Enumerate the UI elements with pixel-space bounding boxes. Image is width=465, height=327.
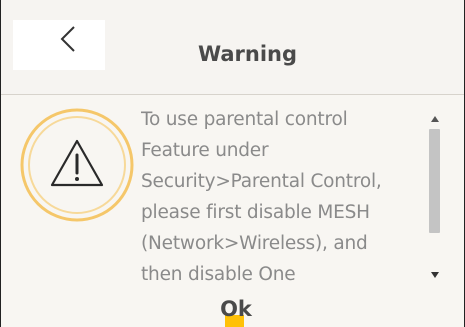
message-line: Feature under bbox=[141, 140, 269, 161]
dialog-header: Warning bbox=[1, 0, 464, 94]
message-line: Security>Parental Control, bbox=[141, 171, 382, 192]
message-line: To use parental control bbox=[141, 109, 348, 130]
warning-dialog: Warning To use parental control Feature … bbox=[0, 0, 465, 327]
triangle-up-icon bbox=[431, 116, 439, 122]
ok-button[interactable]: Ok bbox=[206, 294, 266, 327]
header-divider bbox=[1, 94, 464, 95]
scroll-down-arrow[interactable] bbox=[425, 268, 445, 282]
scroll-thumb[interactable] bbox=[429, 129, 440, 233]
message-scroll-area[interactable]: To use parental control Feature under Se… bbox=[141, 104, 423, 286]
scroll-up-arrow[interactable] bbox=[425, 112, 445, 126]
ok-label: Ok bbox=[220, 297, 252, 321]
vertical-scrollbar[interactable] bbox=[425, 104, 445, 286]
dialog-title: Warning bbox=[197, 42, 298, 66]
message-line: please first disable MESH bbox=[141, 202, 370, 223]
triangle-down-icon bbox=[431, 272, 439, 278]
message-line: then disable One bbox=[141, 264, 296, 285]
warning-message: To use parental control Feature under Se… bbox=[141, 104, 423, 286]
warning-triangle-icon bbox=[20, 108, 134, 222]
message-line: (Network>Wireless), and bbox=[141, 233, 368, 254]
